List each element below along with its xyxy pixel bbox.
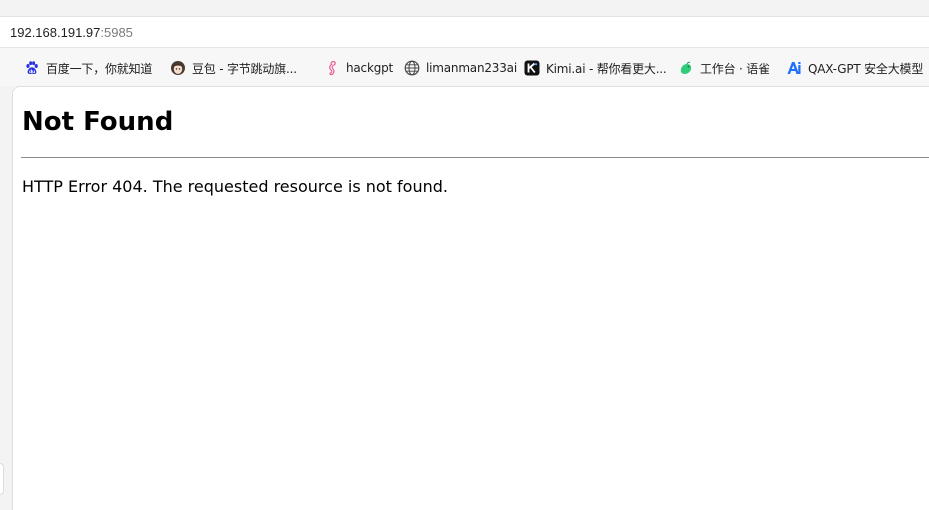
horizontal-rule: [21, 157, 929, 158]
bookmark-kimi[interactable]: Kimi.ai - 帮你看更大...: [524, 59, 667, 77]
page-content: Not Found HTTP Error 404. The requested …: [12, 86, 929, 510]
error-message: HTTP Error 404. The requested resource i…: [22, 177, 448, 196]
page-title: Not Found: [22, 107, 174, 137]
address-bar[interactable]: 192.168.191.97:5985: [0, 16, 929, 48]
seahorse-icon: [324, 60, 340, 76]
bookmark-label: 豆包 - 字节跳动旗...: [192, 61, 297, 76]
svg-text:du: du: [29, 69, 35, 75]
bookmark-label: hackgpt: [346, 61, 394, 75]
bookmarks-bar: du 百度一下，你就知道 豆包 - 字节跳动旗... hackgpt liman…: [0, 48, 929, 86]
bookmark-doubao[interactable]: 豆包 - 字节跳动旗...: [170, 59, 297, 77]
bookmark-limanman[interactable]: limanman233ai: [404, 59, 517, 77]
bookmark-label: 百度一下，你就知道: [46, 61, 153, 76]
bookmark-label: limanman233ai: [426, 61, 517, 75]
bookmark-baidu[interactable]: du 百度一下，你就知道: [24, 59, 152, 77]
globe-icon: [404, 60, 420, 76]
sidebar-toggle-handle[interactable]: [0, 463, 4, 495]
qax-ai-icon: [786, 60, 802, 76]
bookmark-qax[interactable]: QAX-GPT 安全大模型: [786, 59, 923, 77]
baidu-paw-icon: du: [24, 60, 40, 76]
bookmark-yuque[interactable]: 工作台 · 语雀: [678, 59, 770, 77]
doubao-avatar-icon: [170, 60, 186, 76]
url-port: :5985: [100, 25, 133, 40]
bookmark-label: Kimi.ai - 帮你看更大...: [546, 61, 667, 76]
kimi-k-icon: [524, 60, 540, 76]
bookmark-label: QAX-GPT 安全大模型: [808, 61, 924, 76]
url-host: 192.168.191.97: [10, 25, 101, 40]
side-rail: [0, 86, 12, 510]
yuque-bird-icon: [678, 60, 694, 76]
bookmark-hackgpt[interactable]: hackgpt: [324, 59, 393, 77]
url-text[interactable]: 192.168.191.97:5985: [10, 25, 133, 40]
bookmark-label: 工作台 · 语雀: [700, 61, 770, 76]
tab-strip: [0, 0, 929, 16]
